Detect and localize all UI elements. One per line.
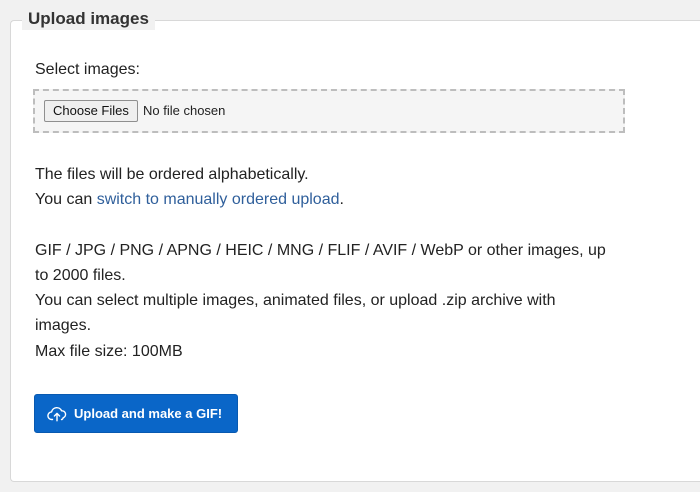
ordering-switch-line: You can switch to manually ordered uploa… [35, 187, 344, 212]
multiple-files-line-1: You can select multiple images, animated… [35, 292, 556, 309]
upload-button-label: Upload and make a GIF! [74, 406, 223, 421]
cloud-upload-icon [47, 406, 67, 422]
ordering-switch-prefix: You can [35, 191, 97, 208]
max-file-size: Max file size: 100MB [35, 343, 183, 360]
choose-files-button[interactable]: Choose Files [44, 100, 138, 122]
file-dropzone[interactable]: Choose Files No file chosen [33, 89, 625, 133]
manual-order-link[interactable]: switch to manually ordered upload [97, 191, 340, 208]
supported-formats-line-2: to 2000 files. [35, 267, 126, 284]
file-status-text: No file chosen [143, 103, 226, 118]
select-images-label: Select images: [35, 61, 140, 78]
supported-formats-line-1: GIF / JPG / PNG / APNG / HEIC / MNG / FL… [35, 242, 606, 259]
upload-and-make-gif-button[interactable]: Upload and make a GIF! [34, 394, 238, 433]
multiple-files-line-2: images. [35, 317, 92, 334]
ordering-note: The files will be ordered alphabetically… [35, 166, 309, 183]
ordering-switch-suffix: . [339, 191, 344, 208]
section-title: Upload images [22, 8, 155, 32]
